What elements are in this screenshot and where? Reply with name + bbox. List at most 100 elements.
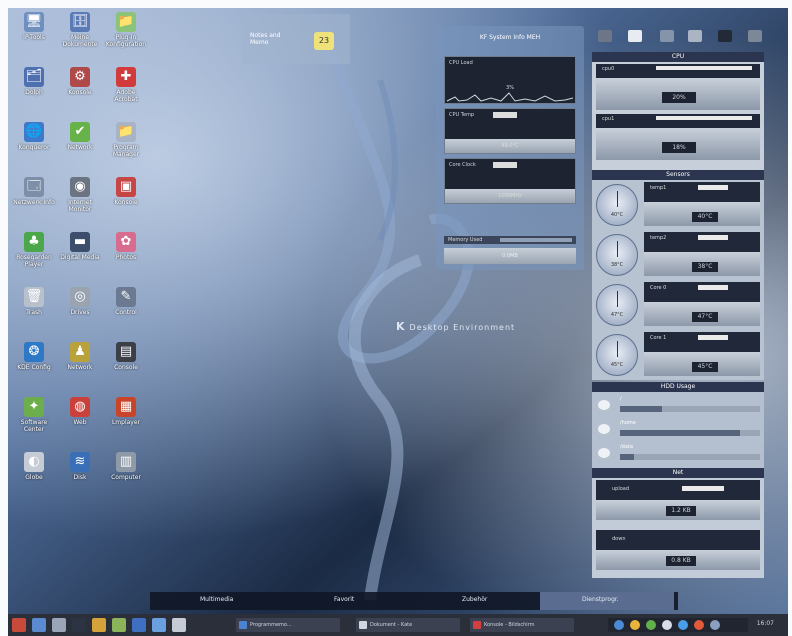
cpu-temp-label: CPU Temp bbox=[449, 112, 475, 118]
document-icon[interactable] bbox=[628, 30, 642, 42]
desktop-app-icon: ▦ bbox=[116, 397, 136, 417]
notes-widget[interactable]: Notes and Memo 23 bbox=[242, 14, 350, 64]
desktop-icon[interactable]: ◍ Web bbox=[58, 397, 102, 441]
desktop-icon[interactable]: ▥ Computer bbox=[104, 452, 148, 496]
taskbar-task[interactable]: Programmemo... bbox=[236, 618, 340, 632]
net-download-label: down bbox=[612, 536, 626, 542]
desktop-icon[interactable]: ✚ Adobe Acrobat bbox=[104, 67, 148, 111]
desktop-icon[interactable]: ✦ Software Center bbox=[12, 397, 56, 441]
file-manager-icon[interactable] bbox=[92, 618, 106, 632]
hdd-usage-bar bbox=[620, 430, 760, 436]
cpu-load-value: 3% bbox=[506, 85, 514, 91]
desktop-icon[interactable]: ≋ Disk bbox=[58, 452, 102, 496]
desktop-icon[interactable]: 🖥 IP-Tools bbox=[12, 12, 56, 56]
launcher-tab-favorit[interactable]: Favorit bbox=[334, 596, 354, 603]
desktop-icon-label: Software Center bbox=[20, 419, 48, 433]
alert-tray-icon[interactable] bbox=[694, 620, 704, 630]
desktop-icon[interactable]: ▣ Konsole bbox=[104, 177, 148, 221]
hdd-usage-fill bbox=[620, 406, 662, 412]
desktop-app-icon: ✦ bbox=[24, 397, 44, 417]
battery-tray-icon[interactable] bbox=[646, 620, 656, 630]
desktop-icon[interactable]: ♣ Rosegarden Player bbox=[12, 232, 56, 276]
taskbar-task[interactable]: Konsole - Bildschirm bbox=[470, 618, 574, 632]
terminal-icon[interactable] bbox=[72, 618, 86, 632]
widget-toolbar bbox=[592, 24, 770, 50]
desktop-icon[interactable]: ❂ KDE Config bbox=[12, 342, 56, 386]
taskbar-clock[interactable]: 16:07 bbox=[757, 620, 774, 627]
cpu1-label: cpu1 bbox=[602, 116, 615, 122]
desktop-icon[interactable]: ▤ Console bbox=[104, 342, 148, 386]
desktop-icon-label: Web bbox=[73, 419, 87, 426]
desktop-icon[interactable]: 📁 Program Manager bbox=[104, 122, 148, 166]
desktop-app-icon: ◎ bbox=[70, 287, 90, 307]
network-tray-icon[interactable] bbox=[614, 620, 624, 630]
desktop-icon[interactable]: 🗔 Netzwerk Info bbox=[12, 177, 56, 221]
desktop-icon[interactable]: 📁 Plug-In Konfiguration bbox=[104, 12, 148, 56]
calendar-icon[interactable]: 23 bbox=[314, 32, 334, 50]
launcher-tab-zubehoer[interactable]: Zubehör bbox=[462, 596, 487, 603]
desktop-icon-label: Digital Media bbox=[60, 254, 100, 261]
tools-icon[interactable] bbox=[688, 30, 702, 42]
desktop-icon[interactable]: ◎ Drives bbox=[58, 287, 102, 331]
core-clock-graph: Core Clock 1000MHz bbox=[444, 158, 576, 204]
gauge-value: 45°C bbox=[610, 362, 624, 368]
notes-title: Notes and bbox=[250, 32, 281, 39]
monitor-icon[interactable] bbox=[718, 30, 732, 42]
desktop-icon[interactable]: ✎ Control bbox=[104, 287, 148, 331]
hdd-usage-fill bbox=[620, 430, 741, 436]
desktop-app-icon: ✚ bbox=[116, 67, 136, 87]
sensor-value: 38°C bbox=[692, 262, 718, 272]
volume-tray-icon[interactable] bbox=[662, 620, 672, 630]
clipboard-tray-icon[interactable] bbox=[710, 620, 720, 630]
desktop-icon[interactable]: ▬ Digital Media bbox=[58, 232, 102, 276]
desktop-app-icon: 🗂 bbox=[24, 67, 44, 87]
desktop-icon-label: Meine Dokumente bbox=[62, 34, 98, 48]
show-desktop-icon[interactable] bbox=[32, 618, 46, 632]
task-label: Programmemo... bbox=[250, 622, 292, 628]
phone-icon[interactable] bbox=[748, 30, 762, 42]
net-section: Net upload 1.2 KB down 0.8 KB bbox=[592, 468, 764, 578]
sensor-gauge: 45°C bbox=[596, 334, 638, 376]
desktop-app-icon: ♣ bbox=[24, 232, 44, 252]
desktop-icon[interactable]: ▦ Lmplayer bbox=[104, 397, 148, 441]
desktop-app-icon: ✎ bbox=[116, 287, 136, 307]
desktop-icon[interactable]: ⚙ Konsole bbox=[58, 67, 102, 111]
k-menu-icon[interactable] bbox=[12, 618, 26, 632]
desktop-icon[interactable]: 🗑 Trash bbox=[12, 287, 56, 331]
desktop-icon[interactable]: ♟ Network bbox=[58, 342, 102, 386]
screen-border-right bbox=[788, 0, 792, 636]
desktop-app-icon: ▬ bbox=[70, 232, 90, 252]
sensor-bar bbox=[698, 235, 728, 240]
desktop-icon[interactable]: 🗂 Dolph bbox=[12, 67, 56, 111]
hdd-row: / bbox=[596, 396, 760, 418]
tools-launcher-icon[interactable] bbox=[112, 618, 126, 632]
home-folder-icon[interactable] bbox=[52, 618, 66, 632]
desktop-icon[interactable]: ◉ Internet Monitor bbox=[58, 177, 102, 221]
desktop-icon[interactable]: 🗄 Meine Dokumente bbox=[58, 12, 102, 56]
desktop-icon-label: Trash bbox=[26, 309, 42, 316]
pager-icon[interactable] bbox=[172, 618, 186, 632]
desktop-icon[interactable]: ◐ Globe bbox=[12, 452, 56, 496]
sensor-label: Core 0 bbox=[650, 285, 667, 291]
taskbar-task[interactable]: Dokument - Kate bbox=[356, 618, 460, 632]
desktop-app-icon: 🖥 bbox=[24, 12, 44, 32]
hardware-icon[interactable] bbox=[660, 30, 674, 42]
bluetooth-tray-icon[interactable] bbox=[678, 620, 688, 630]
globe-icon[interactable] bbox=[152, 618, 166, 632]
desktop-icon[interactable]: ✿ Photos bbox=[104, 232, 148, 276]
printer-icon[interactable] bbox=[598, 30, 612, 42]
desktop-app-icon: ✿ bbox=[116, 232, 136, 252]
sensors-section-header: Sensors bbox=[592, 170, 764, 180]
desktop-icon[interactable]: ✔ Network bbox=[58, 122, 102, 166]
system-monitor-widget: KF System Info MEH CPU Load 3% CPU Temp … bbox=[436, 26, 584, 270]
desktop-icon-label: Globe bbox=[25, 474, 43, 481]
launcher-tab-multimedia[interactable]: Multimedia bbox=[200, 596, 233, 603]
desktop-app-icon: ❂ bbox=[24, 342, 44, 362]
launcher-tab-dienstprogramme[interactable]: Dienstprogr. bbox=[582, 596, 619, 603]
kde-logo: K Desktop Environment bbox=[396, 320, 516, 333]
desktop-icon[interactable]: 🌐 Konqueror bbox=[12, 122, 56, 166]
desktop-icon-label: IP-Tools bbox=[23, 34, 45, 41]
desktop-app-icon: 🌐 bbox=[24, 122, 44, 142]
browser-icon[interactable] bbox=[132, 618, 146, 632]
update-tray-icon[interactable] bbox=[630, 620, 640, 630]
